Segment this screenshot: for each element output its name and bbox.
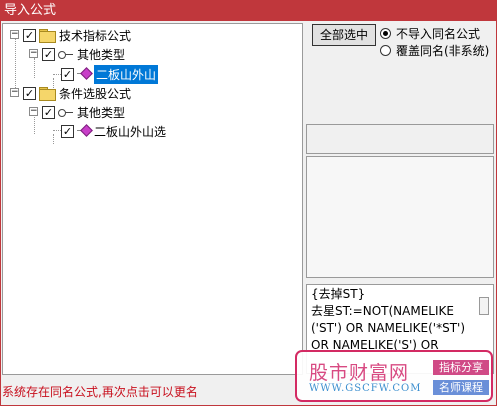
folder-icon <box>39 87 56 101</box>
radio-unselected[interactable] <box>380 44 391 56</box>
watermark-tag: 名师课程 <box>433 380 489 395</box>
select-all-button[interactable]: 全部选中 <box>312 24 376 46</box>
radio-skip-duplicates[interactable]: 不导入同名公式 <box>380 25 480 41</box>
checkbox-checked[interactable]: ✓ <box>42 105 55 119</box>
tree-connector <box>53 74 61 75</box>
watermark-name: 股市财富网 <box>309 362 410 384</box>
tree-node-formula-selected[interactable]: ✓ 二板山外山 <box>61 64 159 84</box>
key-icon <box>58 107 74 117</box>
checkbox-checked[interactable]: ✓ <box>23 86 36 100</box>
scrollbar-thumb[interactable] <box>479 297 489 315</box>
tree-node-other-types[interactable]: ✓ 其他类型 <box>42 103 125 121</box>
formula-tree[interactable]: − ✓ 技术指标公式 − ✓ 其他类型 ✓ 二板山外山 − ✓ 条件选股公式 −… <box>2 23 303 375</box>
tree-node-label: 其他类型 <box>77 105 126 120</box>
watermark-tag: 指标分享 <box>433 360 489 375</box>
collapse-toggle[interactable]: − <box>10 30 19 39</box>
checkbox-checked[interactable]: ✓ <box>61 124 74 138</box>
collapse-toggle[interactable]: − <box>29 107 38 116</box>
watermark-logo: 股市财富网 WWW.GSCFW.COM 指标分享 名师课程 <box>295 350 493 402</box>
window-title: 导入公式 <box>4 3 57 18</box>
collapse-toggle[interactable]: − <box>29 49 38 58</box>
formula-line: ('ST') OR NAMELIKE('*ST') <box>311 321 466 335</box>
status-message: 系统存在同名公式,再次点击可以更名 <box>2 385 198 399</box>
tree-node-label: 二板山外山选 <box>94 124 167 139</box>
tree-node-stock-selection[interactable]: ✓ 条件选股公式 <box>23 84 131 102</box>
tree-node-other-types[interactable]: ✓ 其他类型 <box>42 45 125 63</box>
tree-node-formula[interactable]: ✓ 二板山外山选 <box>61 122 166 140</box>
watermark-url: WWW.GSCFW.COM <box>309 383 422 394</box>
radio-label: 覆盖同名(非系统) <box>396 43 490 58</box>
tree-connector <box>34 114 35 134</box>
description-panel <box>306 156 494 278</box>
key-icon <box>58 49 74 59</box>
checkbox-checked[interactable]: ✓ <box>42 47 55 61</box>
formula-line: {去掉ST} <box>311 287 366 301</box>
tree-node-label: 条件选股公式 <box>59 86 132 101</box>
radio-selected[interactable] <box>380 27 391 39</box>
formula-gem-icon <box>77 68 91 80</box>
tree-node-tech-indicators[interactable]: ✓ 技术指标公式 <box>23 26 131 44</box>
title-bar: 导入公式 <box>0 0 497 21</box>
checkbox-checked[interactable]: ✓ <box>23 28 36 42</box>
tree-node-label: 技术指标公式 <box>59 28 132 43</box>
radio-label: 不导入同名公式 <box>396 26 481 41</box>
tree-node-label: 其他类型 <box>77 47 126 62</box>
collapse-toggle[interactable]: − <box>10 88 19 97</box>
tree-connector <box>53 134 54 144</box>
tree-connector <box>34 58 35 78</box>
tree-node-label: 二板山外山 <box>94 64 159 84</box>
folder-icon <box>39 29 56 43</box>
info-panel <box>306 124 494 154</box>
tree-connector <box>53 130 61 131</box>
formula-line: 去星ST:=NOT(NAMELIKE <box>311 304 454 318</box>
formula-gem-icon <box>77 125 91 137</box>
checkbox-checked[interactable]: ✓ <box>61 67 74 81</box>
radio-overwrite-duplicates[interactable]: 覆盖同名(非系统) <box>380 42 489 58</box>
